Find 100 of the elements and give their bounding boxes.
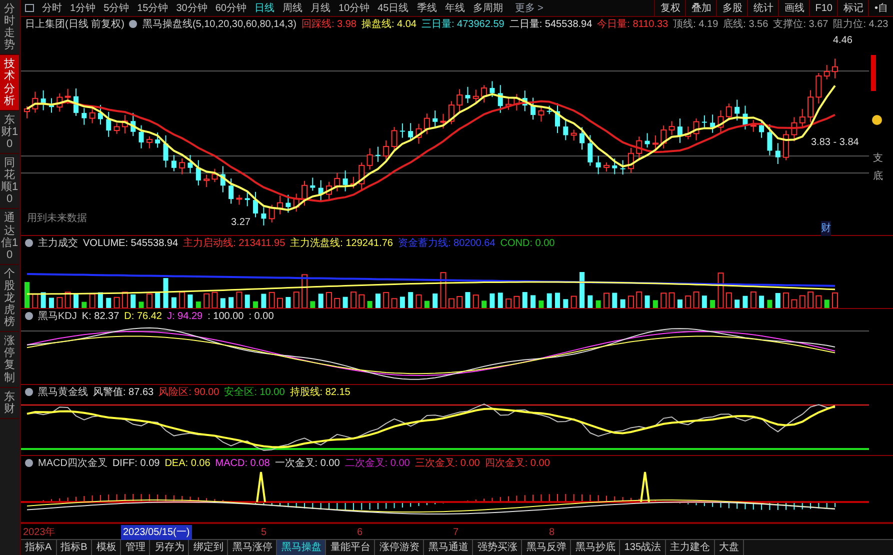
indicator-value: 三日量: 473962.59 xyxy=(422,18,504,32)
sidebar-tab[interactable]: 技术分析 xyxy=(0,55,19,111)
indicator-name[interactable]: 黑马黄金线 xyxy=(38,385,88,400)
bottom-tab[interactable]: 黑马通道 xyxy=(424,540,474,555)
indicator-value: 底线: 3.56 xyxy=(723,18,768,32)
price-label: 3.83 - 3.84 xyxy=(811,136,859,150)
period-tab[interactable]: 月线 xyxy=(306,0,334,16)
bottom-tab[interactable]: 绑定到 xyxy=(189,540,228,555)
toolbar-button[interactable]: 多股 xyxy=(716,0,748,16)
toolbar-button[interactable]: 画线 xyxy=(778,0,810,16)
period-tab[interactable]: 30分钟 xyxy=(172,0,212,16)
period-tab[interactable]: 季线 xyxy=(412,0,441,16)
period-tab[interactable]: 5分钟 xyxy=(100,0,134,16)
indicator-value: 资金蓄力线: 80200.64 xyxy=(398,236,496,250)
period-tab[interactable]: 日线 xyxy=(250,0,278,16)
period-tab[interactable]: 周线 xyxy=(278,0,306,16)
toolbar-button[interactable]: •自 xyxy=(868,0,893,16)
bottom-tab[interactable]: 管理 xyxy=(121,540,150,555)
period-tab[interactable]: 1分钟 xyxy=(66,0,100,16)
indicator-value: : 100.00 xyxy=(208,310,244,324)
month-label: 6 xyxy=(357,526,363,540)
bottom-tab[interactable]: 主力建仓 xyxy=(666,540,716,555)
news-badge: 财 xyxy=(821,221,831,236)
bottom-tab[interactable]: 135战法 xyxy=(620,540,666,555)
indicator-value: D: 76.42 xyxy=(124,310,162,324)
toolbar-button[interactable]: 标记 xyxy=(837,0,868,16)
indicator-name[interactable]: 主力成交 xyxy=(38,236,78,250)
signal-spike xyxy=(640,471,650,503)
indicator-value: MACD: 0.08 xyxy=(215,456,270,470)
period-tab[interactable]: 多周期 xyxy=(468,0,507,16)
collapse-icon[interactable] xyxy=(25,239,33,248)
sidebar-tab[interactable]: 同花顺10 xyxy=(0,154,19,210)
indicator-name[interactable]: MACD四次金叉 xyxy=(38,456,108,470)
bottom-tab[interactable]: 黑马抄底 xyxy=(571,540,620,555)
indicator-value: COND: 0.00 xyxy=(500,236,555,250)
indicator-value: 支撑位: 3.67 xyxy=(773,18,828,32)
bottom-tab[interactable]: 模板 xyxy=(92,540,122,555)
price-label: 3.27 xyxy=(231,216,250,230)
bottom-tab[interactable]: 强势买涨 xyxy=(473,540,522,555)
sidebar-tab[interactable]: 涨停复制 xyxy=(0,332,19,388)
sidebar-tab[interactable]: 个股龙虎榜 xyxy=(0,264,19,332)
bottom-tab[interactable]: 涨停游资 xyxy=(375,540,424,555)
period-tab[interactable]: 15分钟 xyxy=(133,0,172,16)
period-tab[interactable]: 60分钟 xyxy=(211,0,250,16)
indicator-value: DEA: 0.06 xyxy=(164,456,210,470)
indicator-value: 持股线: 82.15 xyxy=(290,386,350,400)
toolbar-button[interactable]: 复权 xyxy=(654,0,686,16)
toolbar-button[interactable]: F10 xyxy=(809,0,838,16)
indicator-value: 主力洗盘线: 129241.76 xyxy=(290,236,393,250)
indicator-value: 三次金叉: 0.00 xyxy=(414,456,480,470)
bottom-tab[interactable]: 大盘 xyxy=(715,540,744,555)
period-tab[interactable]: 年线 xyxy=(440,0,469,16)
warning-text: 用到未来数据 xyxy=(27,212,87,226)
bottom-tab[interactable]: 量能平台 xyxy=(326,540,376,555)
indicator-name[interactable]: 黑马操盘线(5,10,20,30,60,80,14,3) xyxy=(142,17,296,32)
indicator-value: DIFF: 0.09 xyxy=(112,456,160,470)
toolbar-button[interactable]: 统计 xyxy=(747,0,778,16)
indicator-value: 四次金叉: 0.00 xyxy=(484,456,550,470)
indicator-value: K: 82.37 xyxy=(82,310,120,324)
indicator-value: 主力启动线: 213411.95 xyxy=(183,236,286,250)
indicator-value: 风警值: 87.63 xyxy=(93,386,154,400)
bottom-tab[interactable]: 指标A xyxy=(21,540,57,555)
collapse-icon[interactable] xyxy=(25,459,33,468)
month-label: 8 xyxy=(549,526,555,540)
sidebar-tab[interactable]: 东财 xyxy=(0,388,19,419)
cursor-date-label: 2023/05/15(一) xyxy=(121,525,192,540)
indicator-value: 顶线: 4.19 xyxy=(673,18,718,32)
bottom-tab[interactable]: 另存为 xyxy=(150,540,190,555)
indicator-value: 操盘线: 4.04 xyxy=(361,18,416,32)
indicator-value: 回踩线: 3.98 xyxy=(301,18,356,32)
month-label: 5 xyxy=(261,526,267,540)
indicator-value: 安全区: 10.00 xyxy=(224,386,285,400)
bottom-tab[interactable]: 黑马反弹 xyxy=(522,540,572,555)
window-icon[interactable] xyxy=(25,4,34,12)
bottom-tab[interactable]: 黑马操盘 xyxy=(277,540,326,555)
period-tab[interactable]: 分时 xyxy=(38,0,66,16)
period-tab[interactable]: 45日线 xyxy=(374,0,413,16)
period-tab[interactable]: 10分钟 xyxy=(334,0,374,16)
level-label: 底 xyxy=(873,170,883,184)
collapse-icon[interactable] xyxy=(129,20,138,28)
more-link[interactable]: 更多 > xyxy=(514,0,544,16)
indicator-value: 二日量: 545538.94 xyxy=(509,18,592,32)
signal-spike xyxy=(256,471,266,503)
month-label: 7 xyxy=(453,526,459,540)
sidebar-tab[interactable]: 通达信10 xyxy=(0,209,19,265)
price-label: 4.46 xyxy=(833,34,852,48)
level-label: 支 xyxy=(873,152,883,166)
toolbar-button[interactable]: 叠加 xyxy=(685,0,716,16)
indicator-value: : 0.00 xyxy=(248,310,274,324)
collapse-icon[interactable] xyxy=(25,312,33,320)
bottom-tab[interactable]: 指标B xyxy=(56,540,92,555)
indicator-value: 今日量: 8110.33 xyxy=(597,18,668,32)
indicator-value: J: 94.29 xyxy=(166,310,203,324)
indicator-value: 风险区: 90.00 xyxy=(158,386,220,400)
price-marker xyxy=(871,55,876,92)
indicator-value: 阻力位: 4.23 xyxy=(833,18,888,32)
collapse-icon[interactable] xyxy=(25,388,33,396)
indicator-value: 二次金叉: 0.00 xyxy=(344,456,410,470)
sidebar-tab[interactable]: 东财10 xyxy=(0,110,19,154)
indicator-name[interactable]: 黑马KDJ xyxy=(38,309,77,324)
